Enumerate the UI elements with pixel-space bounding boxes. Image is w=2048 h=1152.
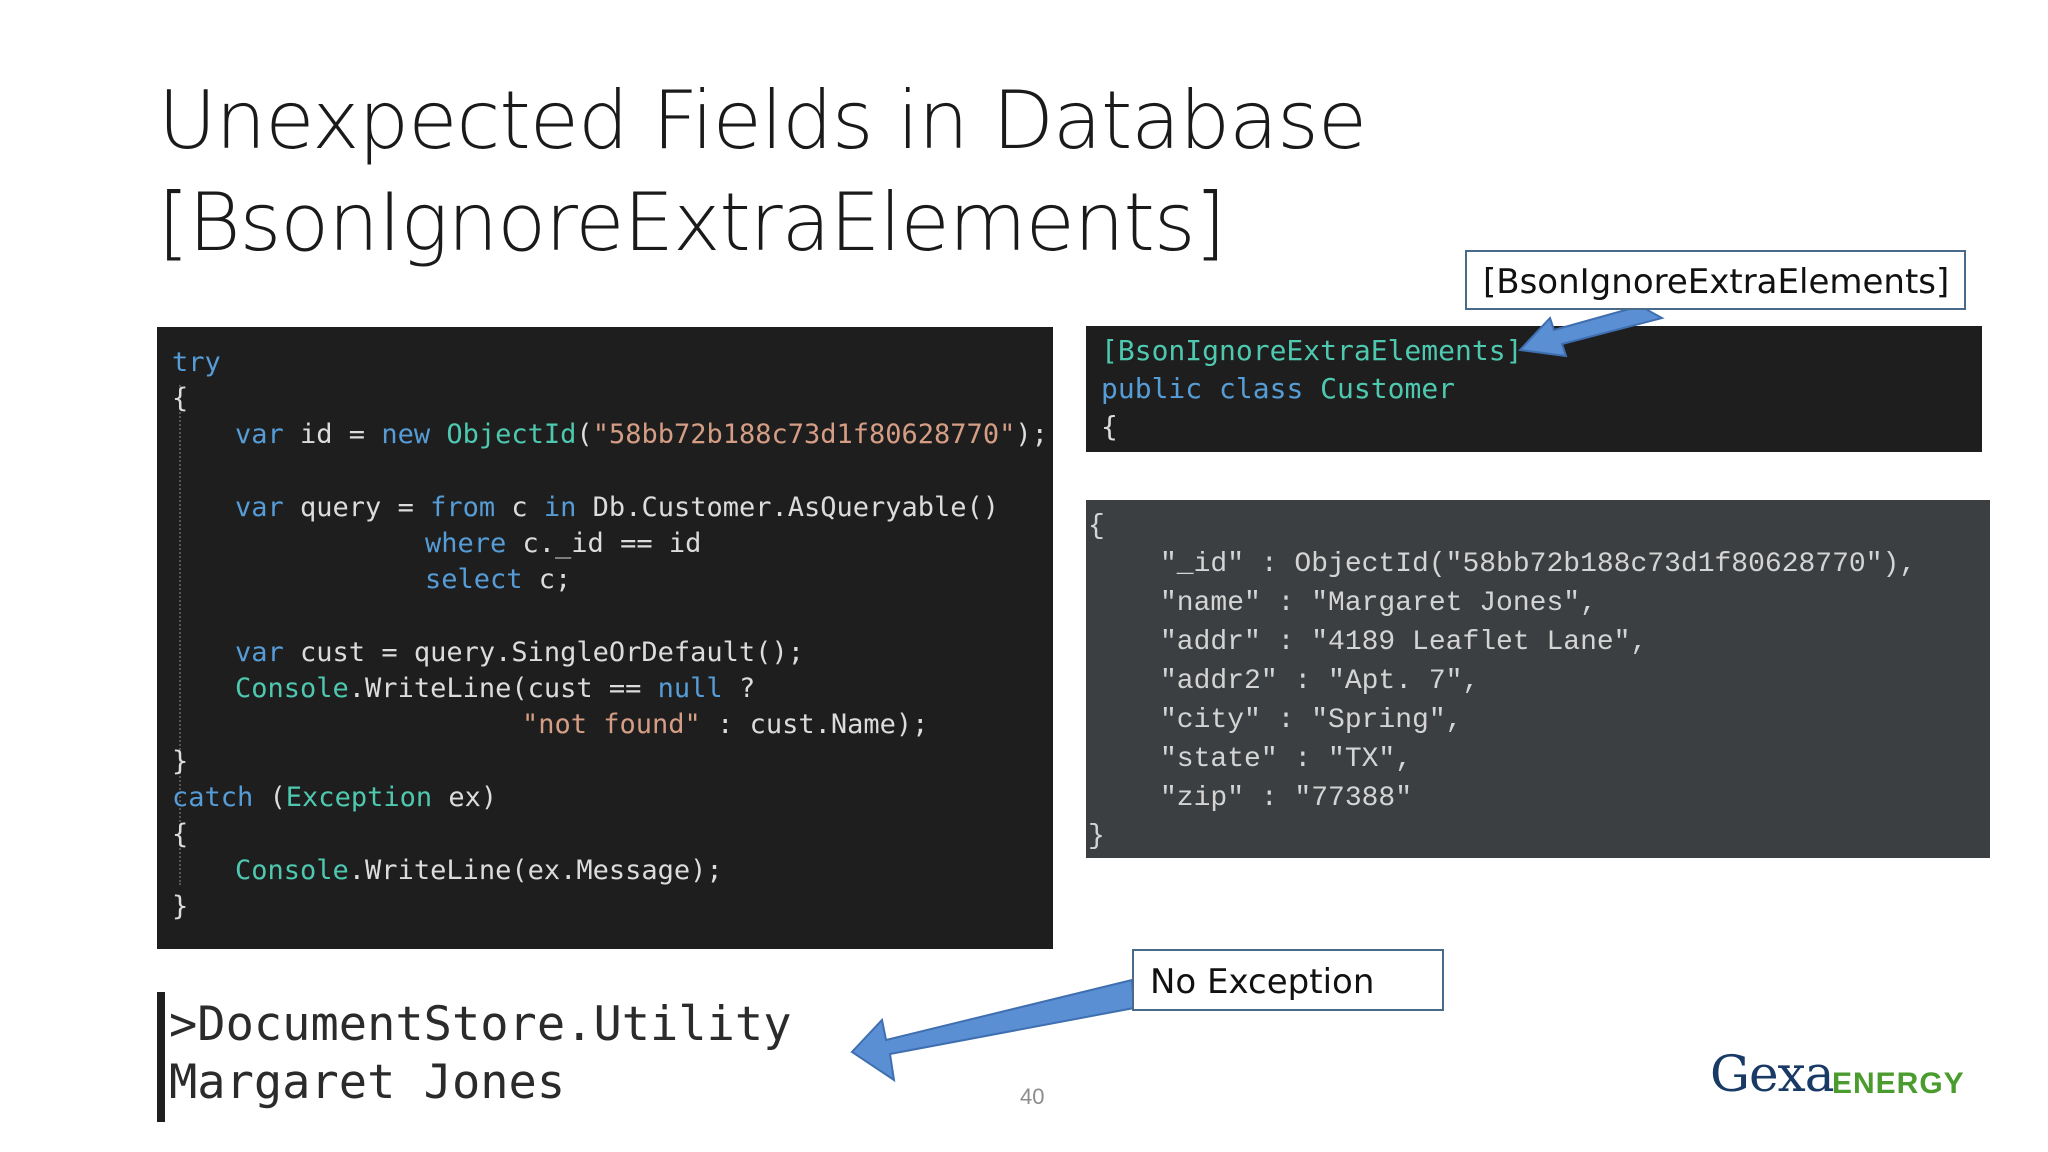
json-row-addr: "addr" : "4189 Leaflet Lane", [1160, 627, 1648, 658]
code-line-objectid: var id = new ObjectId("58bb72b188c73d1f8… [235, 419, 1048, 450]
logo-suffix: ENERGY [1832, 1067, 1965, 1100]
code-line-open-brace-2: { [172, 819, 189, 850]
code-line-open-brace: { [172, 383, 189, 414]
console-line-1: >DocumentStore.Utility [169, 997, 792, 1052]
json-row-id: "_id" : ObjectId("58bb72b188c73d1f806287… [1160, 549, 1917, 580]
code-line-try: try [172, 347, 221, 378]
arrow-to-console [850, 978, 1136, 1083]
code-line-close-brace-2: } [172, 891, 189, 922]
attribute-callout: [BsonIgnoreExtraElements] [1465, 250, 1966, 310]
code-line-writeline-ex: Console.WriteLine(ex.Message); [235, 855, 723, 886]
slide-title-line2: [BsonIgnoreExtraElements] [158, 176, 1226, 269]
code-line-writeline: Console.WriteLine(cust == null ? [235, 673, 756, 704]
code-line-cust: var cust = query.SingleOrDefault(); [235, 637, 804, 668]
gexa-energy-logo: Gexa ENERGY [1710, 1045, 2010, 1115]
code-line-catch: catch (Exception ex) [172, 782, 498, 813]
json-row-zip: "zip" : "77388" [1160, 783, 1413, 814]
console-output: >DocumentStore.Utility Margaret Jones [157, 992, 865, 1122]
code-line-query: var query = from c in Db.Customer.AsQuer… [235, 492, 1000, 523]
code-line-not-found: "not found" : cust.Name); [522, 709, 929, 740]
slide-title-line1: Unexpected Fields in Database [158, 74, 1367, 167]
page-number: 40 [1020, 1084, 1045, 1109]
json-row-name: "name" : "Margaret Jones", [1160, 588, 1597, 619]
no-exception-callout: No Exception [1132, 949, 1444, 1011]
attribute-line: [BsonIgnoreExtraElements] [1101, 334, 1523, 367]
console-line-2: Margaret Jones [169, 1055, 566, 1110]
slide-title: Unexpected Fields in Database [BsonIgnor… [158, 70, 1458, 274]
code-line-select: select c; [425, 564, 572, 595]
logo-brand: Gexa [1710, 1045, 1835, 1103]
customer-class-code: [BsonIgnoreExtraElements] public class C… [1086, 326, 1982, 452]
code-line-where: where c._id == id [425, 528, 702, 559]
json-row-state: "state" : "TX", [1160, 744, 1413, 775]
class-declaration-line: public class Customer [1101, 372, 1456, 405]
mongo-document-json: { "_id" : ObjectId("58bb72b188c73d1f8062… [1086, 500, 1990, 858]
code-line-close-brace: } [172, 746, 189, 777]
json-open-brace: { [1088, 511, 1105, 542]
csharp-query-code: try { var id = new ObjectId("58bb72b188c… [157, 327, 1053, 949]
json-close-brace: } [1088, 821, 1105, 852]
json-row-city: "city" : "Spring", [1160, 705, 1463, 736]
class-open-brace-line: { [1101, 410, 1118, 443]
json-row-addr2: "addr2" : "Apt. 7", [1160, 666, 1480, 697]
